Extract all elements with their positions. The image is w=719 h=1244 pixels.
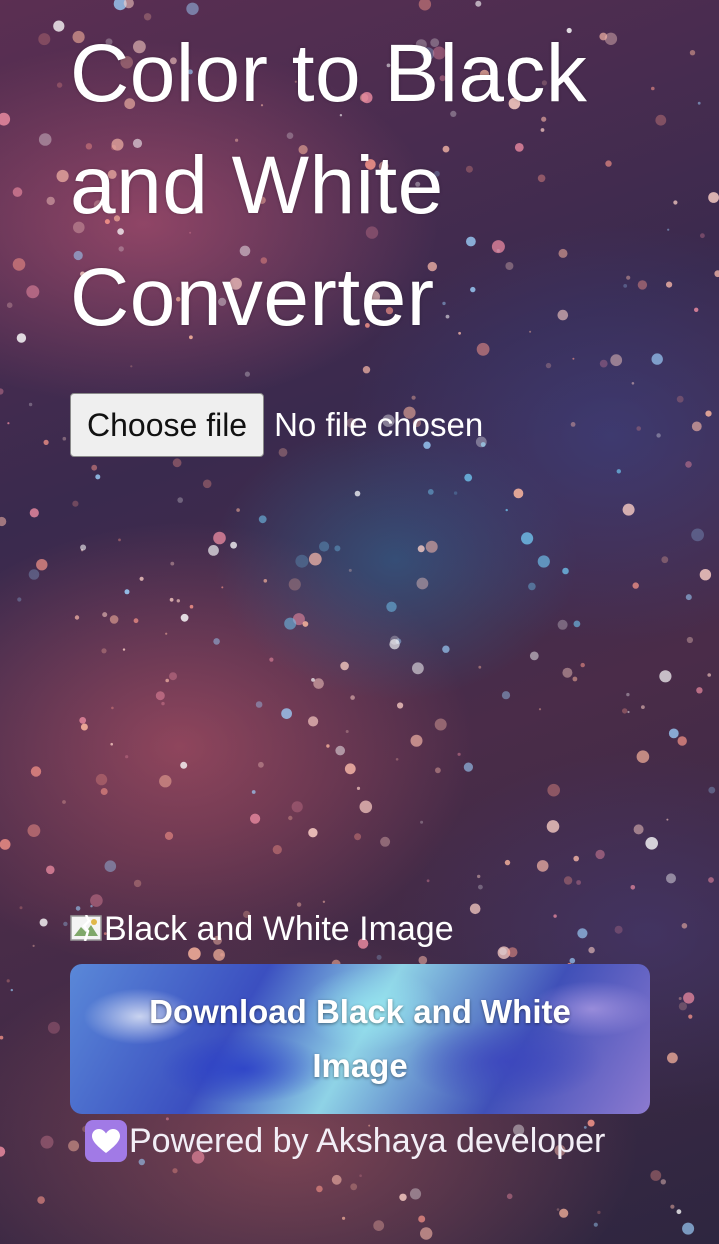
file-input[interactable]: Choose file No file chosen [70, 393, 483, 457]
page-title: Color to Black and White Converter [70, 28, 588, 343]
result-image-alt: Black and White Image [104, 910, 454, 948]
choose-file-button[interactable]: Choose file [70, 393, 265, 457]
footer: Powered by Akshaya developer [85, 1120, 605, 1162]
broken-image-icon [70, 915, 102, 941]
download-button[interactable]: Download Black and White Image [70, 964, 650, 1114]
page-content: Color to Black and White Converter Choos… [0, 0, 719, 1244]
file-status-text: No file chosen [274, 406, 484, 443]
result-image: Black and White Image [70, 910, 454, 949]
footer-text: Powered by Akshaya developer [129, 1121, 606, 1160]
white-heart-icon [85, 1120, 127, 1162]
